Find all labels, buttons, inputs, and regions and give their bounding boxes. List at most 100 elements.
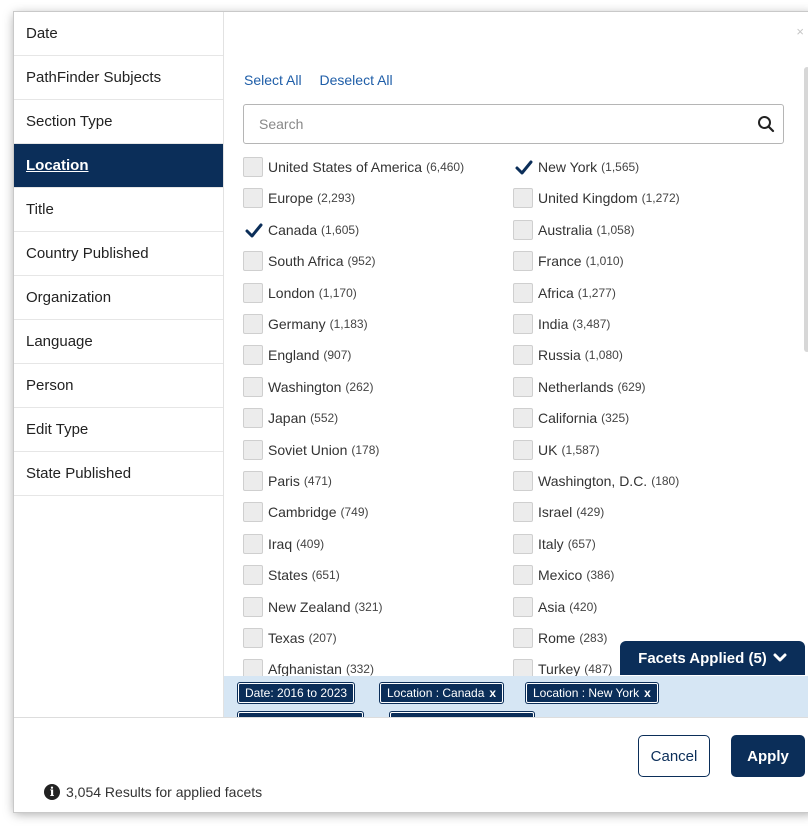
checkbox[interactable] (513, 282, 533, 303)
checkbox[interactable] (513, 533, 533, 554)
sidebar-item-pathfinder-subjects[interactable]: PathFinder Subjects (14, 56, 223, 100)
location-option[interactable]: London (1,170) (243, 282, 357, 304)
sidebar-item-state-published[interactable]: State Published (14, 452, 223, 496)
search-icon[interactable] (757, 115, 775, 133)
facets-applied-toggle[interactable]: Facets Applied (5) (620, 641, 805, 675)
checkbox[interactable] (513, 408, 533, 429)
checkbox[interactable] (513, 659, 533, 676)
location-option[interactable]: France (1,010) (513, 250, 624, 272)
checkbox[interactable] (513, 251, 533, 272)
option-count: (325) (601, 411, 630, 426)
location-option[interactable]: Texas (207) (243, 627, 337, 649)
search-box (243, 104, 784, 144)
sidebar-item-title[interactable]: Title (14, 188, 223, 232)
location-option[interactable]: Washington, D.C. (180) (513, 470, 679, 492)
remove-facet-icon[interactable]: x (644, 686, 651, 700)
sidebar-item-language[interactable]: Language (14, 320, 223, 364)
checkbox[interactable] (513, 471, 533, 491)
checkbox-checked[interactable] (243, 219, 263, 240)
location-option[interactable]: Russia (1,080) (513, 344, 623, 366)
location-option[interactable]: California (325) (513, 407, 629, 429)
location-option[interactable]: Iraq (409) (243, 533, 324, 555)
checkbox[interactable] (243, 439, 263, 460)
remove-facet-icon[interactable]: x (489, 686, 496, 700)
location-option[interactable]: Europe (2,293) (243, 187, 355, 209)
location-option[interactable]: States (651) (243, 564, 340, 586)
facet-chip-label: Location : Canada (387, 686, 485, 700)
location-option[interactable]: UK (1,587) (513, 439, 599, 461)
checkbox[interactable] (243, 314, 263, 334)
sidebar-item-person[interactable]: Person (14, 364, 223, 408)
location-option[interactable]: New York (1,565) (513, 156, 639, 178)
checkbox[interactable] (243, 596, 263, 617)
checkbox[interactable] (243, 188, 263, 209)
select-all-link[interactable]: Select All (244, 72, 302, 88)
checkbox[interactable] (243, 533, 263, 554)
location-option[interactable]: Paris (471) (243, 470, 332, 492)
location-option[interactable]: South Africa (952) (243, 250, 376, 272)
close-icon[interactable]: × (796, 24, 804, 39)
location-option[interactable]: Turkey (487) (513, 658, 612, 676)
checkbox[interactable] (243, 282, 263, 303)
checkmark-icon (515, 160, 533, 175)
location-option[interactable]: England (907) (243, 344, 351, 366)
location-option[interactable]: New Zealand (321) (243, 596, 383, 618)
checkbox[interactable] (243, 659, 263, 676)
sidebar-item-date[interactable]: Date (14, 12, 223, 56)
cancel-button[interactable]: Cancel (638, 735, 710, 777)
location-option[interactable]: United Kingdom (1,272) (513, 187, 680, 209)
checkbox[interactable] (513, 219, 533, 240)
location-option[interactable]: Cambridge (749) (243, 501, 369, 523)
sidebar-item-organization[interactable]: Organization (14, 276, 223, 320)
location-option[interactable]: Italy (657) (513, 533, 596, 555)
location-option[interactable]: India (3,487) (513, 313, 610, 335)
checkbox[interactable] (513, 565, 533, 586)
option-label: Paris (268, 473, 300, 489)
search-input[interactable] (244, 105, 783, 143)
checkbox[interactable] (243, 251, 263, 272)
location-option[interactable]: Asia (420) (513, 596, 597, 618)
checkbox[interactable] (243, 345, 263, 366)
sidebar-item-edit-type[interactable]: Edit Type (14, 408, 223, 452)
checkbox[interactable] (513, 345, 533, 366)
checkbox[interactable] (243, 408, 263, 429)
location-option[interactable]: Germany (1,183) (243, 313, 368, 335)
checkbox[interactable] (243, 628, 263, 648)
option-count: (749) (340, 505, 369, 520)
checkbox[interactable] (513, 596, 533, 617)
checkbox[interactable] (243, 471, 263, 491)
location-option[interactable]: Africa (1,277) (513, 282, 616, 304)
checkbox[interactable] (243, 502, 263, 523)
checkbox[interactable] (513, 376, 533, 397)
checkbox[interactable] (513, 628, 533, 648)
sidebar-item-section-type[interactable]: Section Type (14, 100, 223, 144)
location-option[interactable]: Mexico (386) (513, 564, 614, 586)
apply-button[interactable]: Apply (731, 735, 805, 777)
checkbox[interactable] (243, 157, 263, 177)
option-count: (420) (569, 599, 598, 614)
location-option[interactable]: United States of America (6,460) (243, 156, 464, 178)
location-option[interactable]: Japan (552) (243, 407, 338, 429)
option-count: (386) (586, 568, 615, 583)
option-label: Israel (538, 504, 573, 521)
location-option[interactable]: Australia (1,058) (513, 219, 635, 241)
location-option[interactable]: Afghanistan (332) (243, 658, 374, 676)
checkbox-checked[interactable] (513, 157, 533, 177)
scrollbar[interactable] (804, 67, 808, 352)
location-option[interactable]: Israel (429) (513, 501, 604, 523)
deselect-all-link[interactable]: Deselect All (319, 72, 392, 88)
checkbox[interactable] (513, 314, 533, 334)
sidebar-item-location[interactable]: Location (14, 144, 223, 188)
sidebar-item-country-published[interactable]: Country Published (14, 232, 223, 276)
checkbox[interactable] (513, 188, 533, 209)
option-count: (552) (310, 411, 339, 426)
location-option[interactable]: Netherlands (629) (513, 376, 646, 398)
checkbox[interactable] (513, 439, 533, 460)
location-option[interactable]: Rome (283) (513, 627, 607, 649)
location-option[interactable]: Canada (1,605) (243, 219, 359, 241)
checkbox[interactable] (513, 502, 533, 523)
checkbox[interactable] (243, 376, 263, 397)
checkbox[interactable] (243, 565, 263, 586)
location-option[interactable]: Washington (262) (243, 376, 373, 398)
location-option[interactable]: Soviet Union (178) (243, 439, 379, 461)
